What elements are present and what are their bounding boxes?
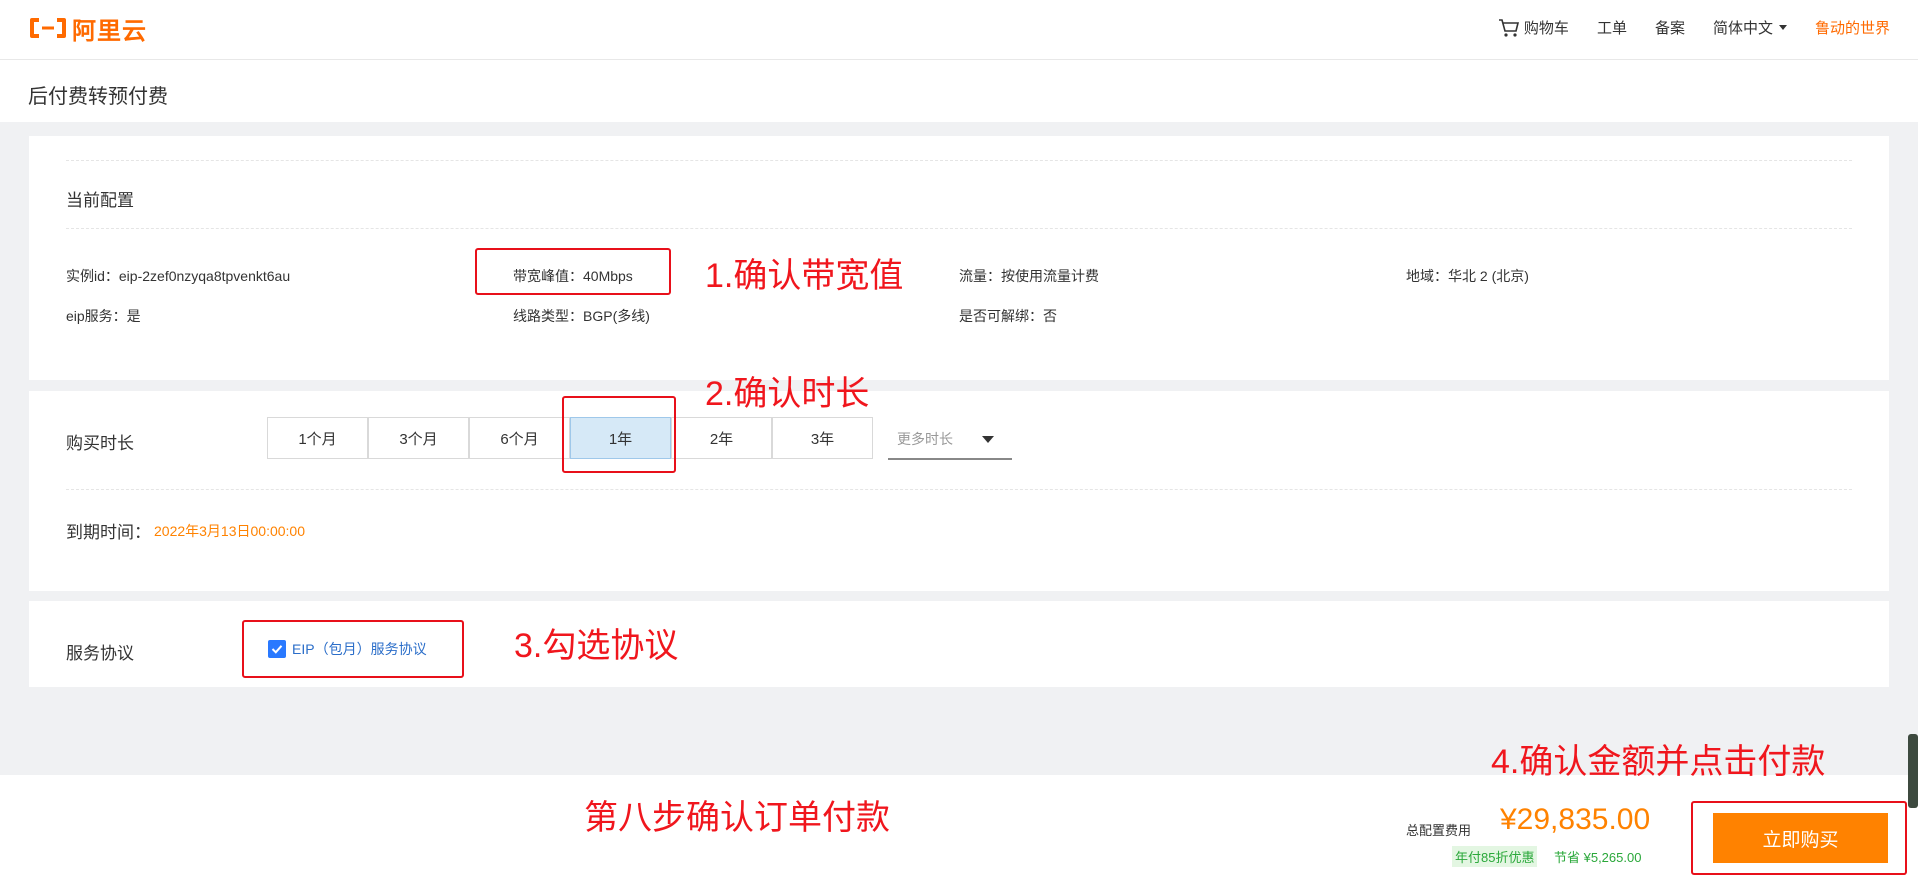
annotation-box-agreement: [242, 620, 464, 678]
language-label: 简体中文: [1712, 20, 1773, 37]
annotation-1: 1.确认带宽值: [705, 257, 904, 295]
traffic: 流量：按使用流量计费: [959, 268, 1099, 284]
annotation-box-duration: [562, 396, 676, 473]
duration-option-2y[interactable]: 2年: [671, 417, 772, 459]
duration-option-3y[interactable]: 3年: [772, 417, 873, 459]
beian-link[interactable]: 备案: [1655, 17, 1685, 38]
eip-service: eip服务：是: [66, 308, 141, 324]
aliyun-logo[interactable]: 阿里云: [28, 14, 147, 45]
divider: [66, 489, 1852, 490]
nav-right: 购物车 工单 备案 简体中文 鲁动的世界: [1470, 0, 1890, 55]
annotation-box-buy: [1691, 801, 1907, 875]
divider: [66, 228, 1852, 229]
duration-option-3m[interactable]: 3个月: [368, 417, 469, 459]
duration-option-1m[interactable]: 1个月: [267, 417, 368, 459]
more-duration-select[interactable]: 更多时长: [888, 420, 1012, 460]
annotation-3: 3.勾选协议: [514, 627, 679, 665]
unbindable: 是否可解绑：否: [959, 308, 1057, 324]
caret-down-icon: [1778, 25, 1787, 30]
total-price: ¥29,835.00: [1500, 803, 1651, 836]
user-link[interactable]: 鲁动的世界: [1815, 17, 1890, 38]
caret-down-icon: [982, 436, 994, 443]
logo-text: 阿里云: [72, 17, 147, 45]
total-label: 总配置费用: [1406, 823, 1472, 838]
aliyun-logo-icon: [30, 18, 66, 38]
annotation-4: 4.确认金额并点击付款: [1491, 743, 1826, 781]
current-config-label: 当前配置: [66, 191, 134, 210]
saving-amount: 节省 ¥5,265.00: [1554, 850, 1642, 865]
discount-badge: 年付85折优惠: [1452, 846, 1538, 867]
expire-value: 2022年3月13日00:00:00: [154, 523, 305, 539]
instance-id: 实例id：eip-2zef0nzyqa8tpvenkt6au: [66, 268, 291, 284]
scrollbar-thumb[interactable]: [1908, 734, 1918, 808]
cart-label: 购物车: [1523, 20, 1569, 37]
region: 地域：华北 2 (北京): [1406, 268, 1529, 284]
expire-label: 到期时间：: [66, 523, 151, 542]
cart-link[interactable]: 购物车: [1498, 17, 1569, 38]
more-duration-placeholder: 更多时长: [897, 431, 953, 447]
annotation-2: 2.确认时长: [705, 375, 870, 413]
ticket-link[interactable]: 工单: [1597, 17, 1627, 38]
page-title: 后付费转预付费: [28, 86, 168, 108]
title-bar: 后付费转预付费: [0, 60, 1918, 122]
cart-icon: [1498, 18, 1519, 37]
current-config-card: 当前配置 实例id：eip-2zef0nzyqa8tpvenkt6au 带宽峰值…: [29, 136, 1889, 380]
top-nav: 阿里云 购物车 工单 备案 简体中文 鲁动的世界: [0, 0, 1918, 60]
divider: [66, 160, 1852, 161]
duration-option-6m[interactable]: 6个月: [469, 417, 570, 459]
line-type: 线路类型：BGP(多线): [513, 308, 650, 324]
agreement-label: 服务协议: [66, 644, 134, 663]
annotation-box-bandwidth: [475, 248, 671, 295]
language-select[interactable]: 简体中文: [1713, 17, 1787, 38]
annotation-step: 第八步确认订单付款: [584, 799, 890, 837]
purchase-duration-label: 购买时长: [66, 434, 134, 453]
